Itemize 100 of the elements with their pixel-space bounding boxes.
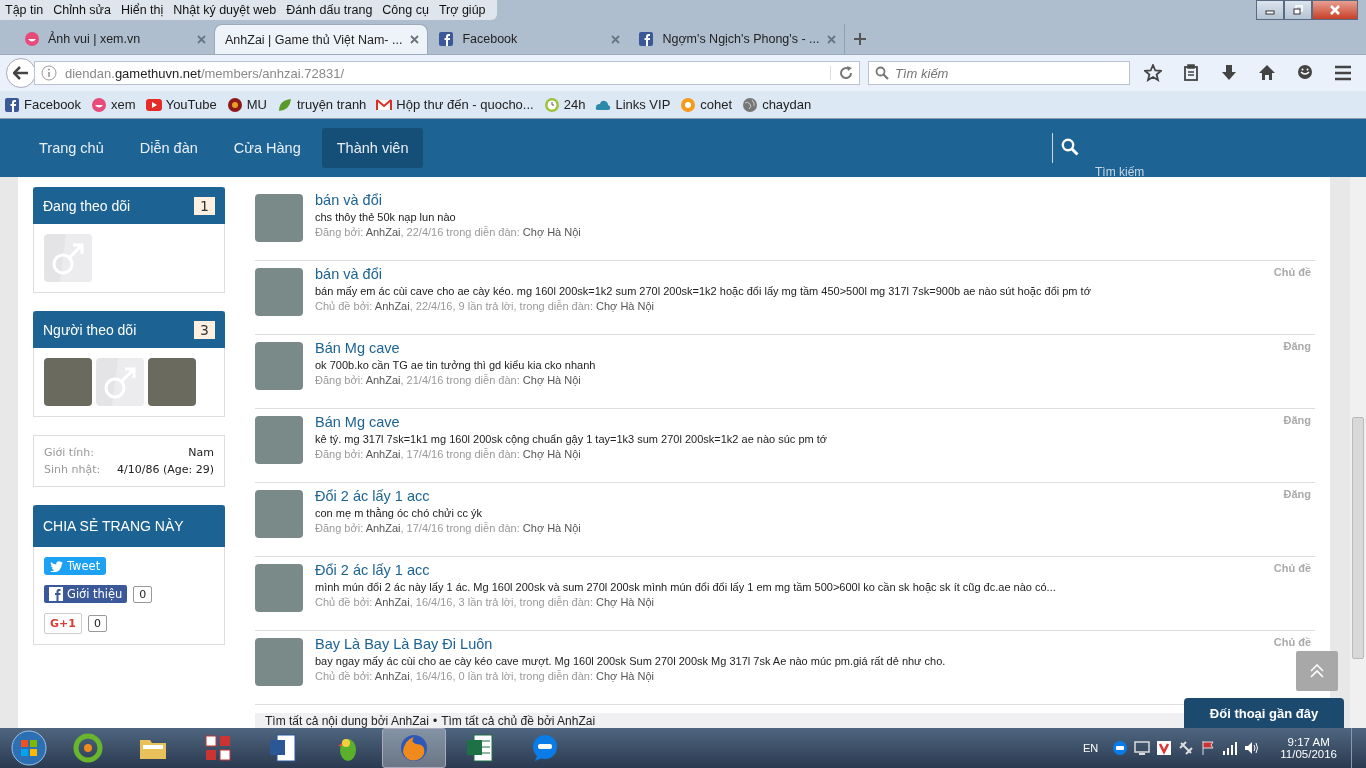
bookmark-star-icon xyxy=(1144,64,1162,82)
post-title-link[interactable]: Đổi 2 ác lấy 1 acc xyxy=(315,562,430,578)
forum-link[interactable]: Chợ Hà Nội xyxy=(596,300,655,312)
search-field[interactable]: Tìm kiếm xyxy=(868,61,1130,85)
browser-tab[interactable]: Ngợm's Ngịch's Phong's - ... xyxy=(628,24,845,54)
bookmark-link[interactable]: truyện tranh xyxy=(276,96,367,113)
search-link[interactable]: Tìm tất cả chủ đề bởi AnhZai xyxy=(441,713,596,728)
home-icon xyxy=(1258,64,1276,82)
bookmark-link[interactable]: chaydan xyxy=(742,96,812,113)
scrollbar[interactable] xyxy=(1350,177,1366,728)
post-title-link[interactable]: Bay Là Bay Là Bay Đi Luôn xyxy=(315,636,493,652)
chat-bubble-icon xyxy=(1112,740,1129,756)
content-type-label: Chủ đề xyxy=(1273,562,1312,574)
menu-item[interactable]: Chỉnh sửa xyxy=(48,3,116,17)
plus-count: 0 xyxy=(87,615,107,632)
nav-tab[interactable]: Trang chủ xyxy=(24,128,119,168)
browser-tab[interactable]: Ảnh vui | xem.vn xyxy=(14,24,214,54)
forum-link[interactable]: Chợ Hà Nội xyxy=(596,596,655,608)
menu-item[interactable]: Đánh dấu trang xyxy=(281,3,378,17)
author-link[interactable]: AnhZai xyxy=(365,448,401,460)
minimize-button[interactable] xyxy=(1256,0,1284,20)
bookmark-link[interactable]: cohet xyxy=(680,96,733,113)
bookmark-link[interactable]: xem xyxy=(91,96,136,113)
author-link[interactable]: AnhZai xyxy=(374,300,410,312)
reload-button[interactable] xyxy=(830,66,853,80)
url-text: diendan.gamethuvn.net/members/anhzai.72831/ xyxy=(65,65,345,81)
menu-icon xyxy=(1334,64,1352,82)
language-indicator[interactable]: EN xyxy=(1083,742,1099,754)
bird-icon xyxy=(50,560,63,572)
tab-title: Ngợm's Ngịch's Phong's - ... xyxy=(662,32,820,46)
shield-tray-button[interactable] xyxy=(1156,740,1173,756)
back-button[interactable] xyxy=(6,58,36,88)
forum-link[interactable]: Chợ Hà Nội xyxy=(596,670,655,682)
post-meta: Đăng bởi: AnhZai, 17/4/16 trong diễn đàn: Chợ Hà Nội xyxy=(315,448,582,460)
search-icon xyxy=(1061,138,1079,156)
fox-globe-icon xyxy=(398,732,430,764)
clock-time[interactable]: 9:17 AM xyxy=(1287,736,1330,748)
smiley-icon xyxy=(24,31,40,47)
speaker-tray-button[interactable] xyxy=(1244,740,1261,756)
author-link[interactable]: AnhZai xyxy=(374,596,410,608)
mail-icon xyxy=(376,96,393,113)
menu-item[interactable]: Công cụ xyxy=(377,3,434,17)
flag-tray-button[interactable] xyxy=(1200,740,1217,756)
clock-date[interactable]: 11/05/2016 xyxy=(1280,748,1337,760)
menu-item[interactable]: Trợ giúp xyxy=(433,3,491,17)
post-meta: Đăng bởi: AnhZai, 17/4/16 trong diễn đàn: Chợ Hà Nội xyxy=(315,522,582,534)
signal-tray-button[interactable] xyxy=(1222,740,1239,756)
forum-link[interactable]: Chợ Hà Nội xyxy=(522,226,581,238)
forum-link[interactable]: Chợ Hà Nội xyxy=(522,522,581,534)
nav-tab[interactable]: Thành viên xyxy=(321,128,424,168)
bookmark-link[interactable]: MU xyxy=(226,96,267,113)
document-icon xyxy=(267,732,299,764)
author-link[interactable]: AnhZai xyxy=(365,226,401,238)
close-button[interactable] xyxy=(1312,0,1358,20)
info-value: 4/10/86 (Age: 29) xyxy=(117,463,214,476)
close-icon xyxy=(410,35,420,44)
like-button[interactable]: Giới thiệu xyxy=(44,585,128,603)
forum-link[interactable]: Chợ Hà Nội xyxy=(522,374,581,386)
count-badge: 1 xyxy=(194,196,215,215)
chat-bubble-tray-button[interactable] xyxy=(1112,740,1129,756)
bookmark-link[interactable]: Facebook xyxy=(4,96,82,113)
post-title-link[interactable]: Đổi 2 ác lấy 1 acc xyxy=(315,488,430,504)
tab-close-button[interactable] xyxy=(410,35,420,44)
maximize-button[interactable] xyxy=(1284,0,1312,20)
search-link[interactable]: Tìm tất cả nội dung bởi AnhZai xyxy=(265,713,429,728)
address-bar[interactable]: diendan.gamethuvn.net/members/anhzai.72831/ xyxy=(34,61,860,85)
nav-tab[interactable]: Cửa Hàng xyxy=(218,128,316,168)
tab-title: AnhZai | Game thủ Việt Nam- ... xyxy=(225,32,403,47)
menu-item[interactable]: Tập tin xyxy=(0,3,49,17)
flag-icon xyxy=(1200,740,1217,756)
forum-link[interactable]: Chợ Hà Nội xyxy=(522,448,581,460)
bookmark-link[interactable]: YouTube xyxy=(145,96,217,113)
post-title-link[interactable]: bán và đổi xyxy=(315,192,382,208)
tiles-icon xyxy=(202,732,234,764)
post-title-link[interactable]: Bán Mg cave xyxy=(315,340,400,356)
close-icon xyxy=(827,34,837,44)
post-meta: Chủ đề bởi: AnhZai, 16/4/16, 3 lần trả lời, trong diễn đàn: Chợ Hà Nội xyxy=(315,596,656,608)
recent-conversations-button[interactable]: Đối thoại gần đây xyxy=(1184,698,1344,728)
monitor-tray-button[interactable] xyxy=(1134,740,1151,756)
post-title-link[interactable]: bán và đổi xyxy=(315,266,382,282)
content-type-label: Đăng xyxy=(1283,340,1312,352)
nav-tab[interactable]: Diễn đàn xyxy=(124,128,213,168)
facebook-icon xyxy=(49,587,63,601)
bookmark-link[interactable]: Hộp thư đến - quocho... xyxy=(376,96,534,113)
post-snippet: ok 700b.ko cần TG ae tin tưởng thì gd kiểu kia cko nhanh xyxy=(315,359,597,371)
google-plus-button[interactable]: G+1 xyxy=(44,613,82,634)
post-meta: Chủ đề bởi: AnhZai, 22/4/16, 9 lần trả lời, trong diễn đàn: Chợ Hà Nội xyxy=(315,300,656,312)
post-title-link[interactable]: Bán Mg cave xyxy=(315,414,400,430)
browser-tab[interactable]: AnhZai | Game thủ Việt Nam- ... xyxy=(214,24,429,54)
browser-tab[interactable]: Facebook xyxy=(428,24,629,54)
menu-item[interactable]: Hiển thị xyxy=(115,3,169,17)
scrollbar-thumb[interactable] xyxy=(1352,417,1364,659)
tab-title: Ảnh vui | xem.vn xyxy=(48,32,142,46)
author-link[interactable]: AnhZai xyxy=(365,522,401,534)
author-link[interactable]: AnhZai xyxy=(365,374,401,386)
bookmark-link[interactable]: 24h xyxy=(543,96,586,113)
menu-item[interactable]: Nhật ký duyệt web xyxy=(168,3,282,17)
bookmark-link[interactable]: Links VIP xyxy=(595,96,671,113)
author-link[interactable]: AnhZai xyxy=(374,670,410,682)
close-icon xyxy=(1329,5,1341,15)
